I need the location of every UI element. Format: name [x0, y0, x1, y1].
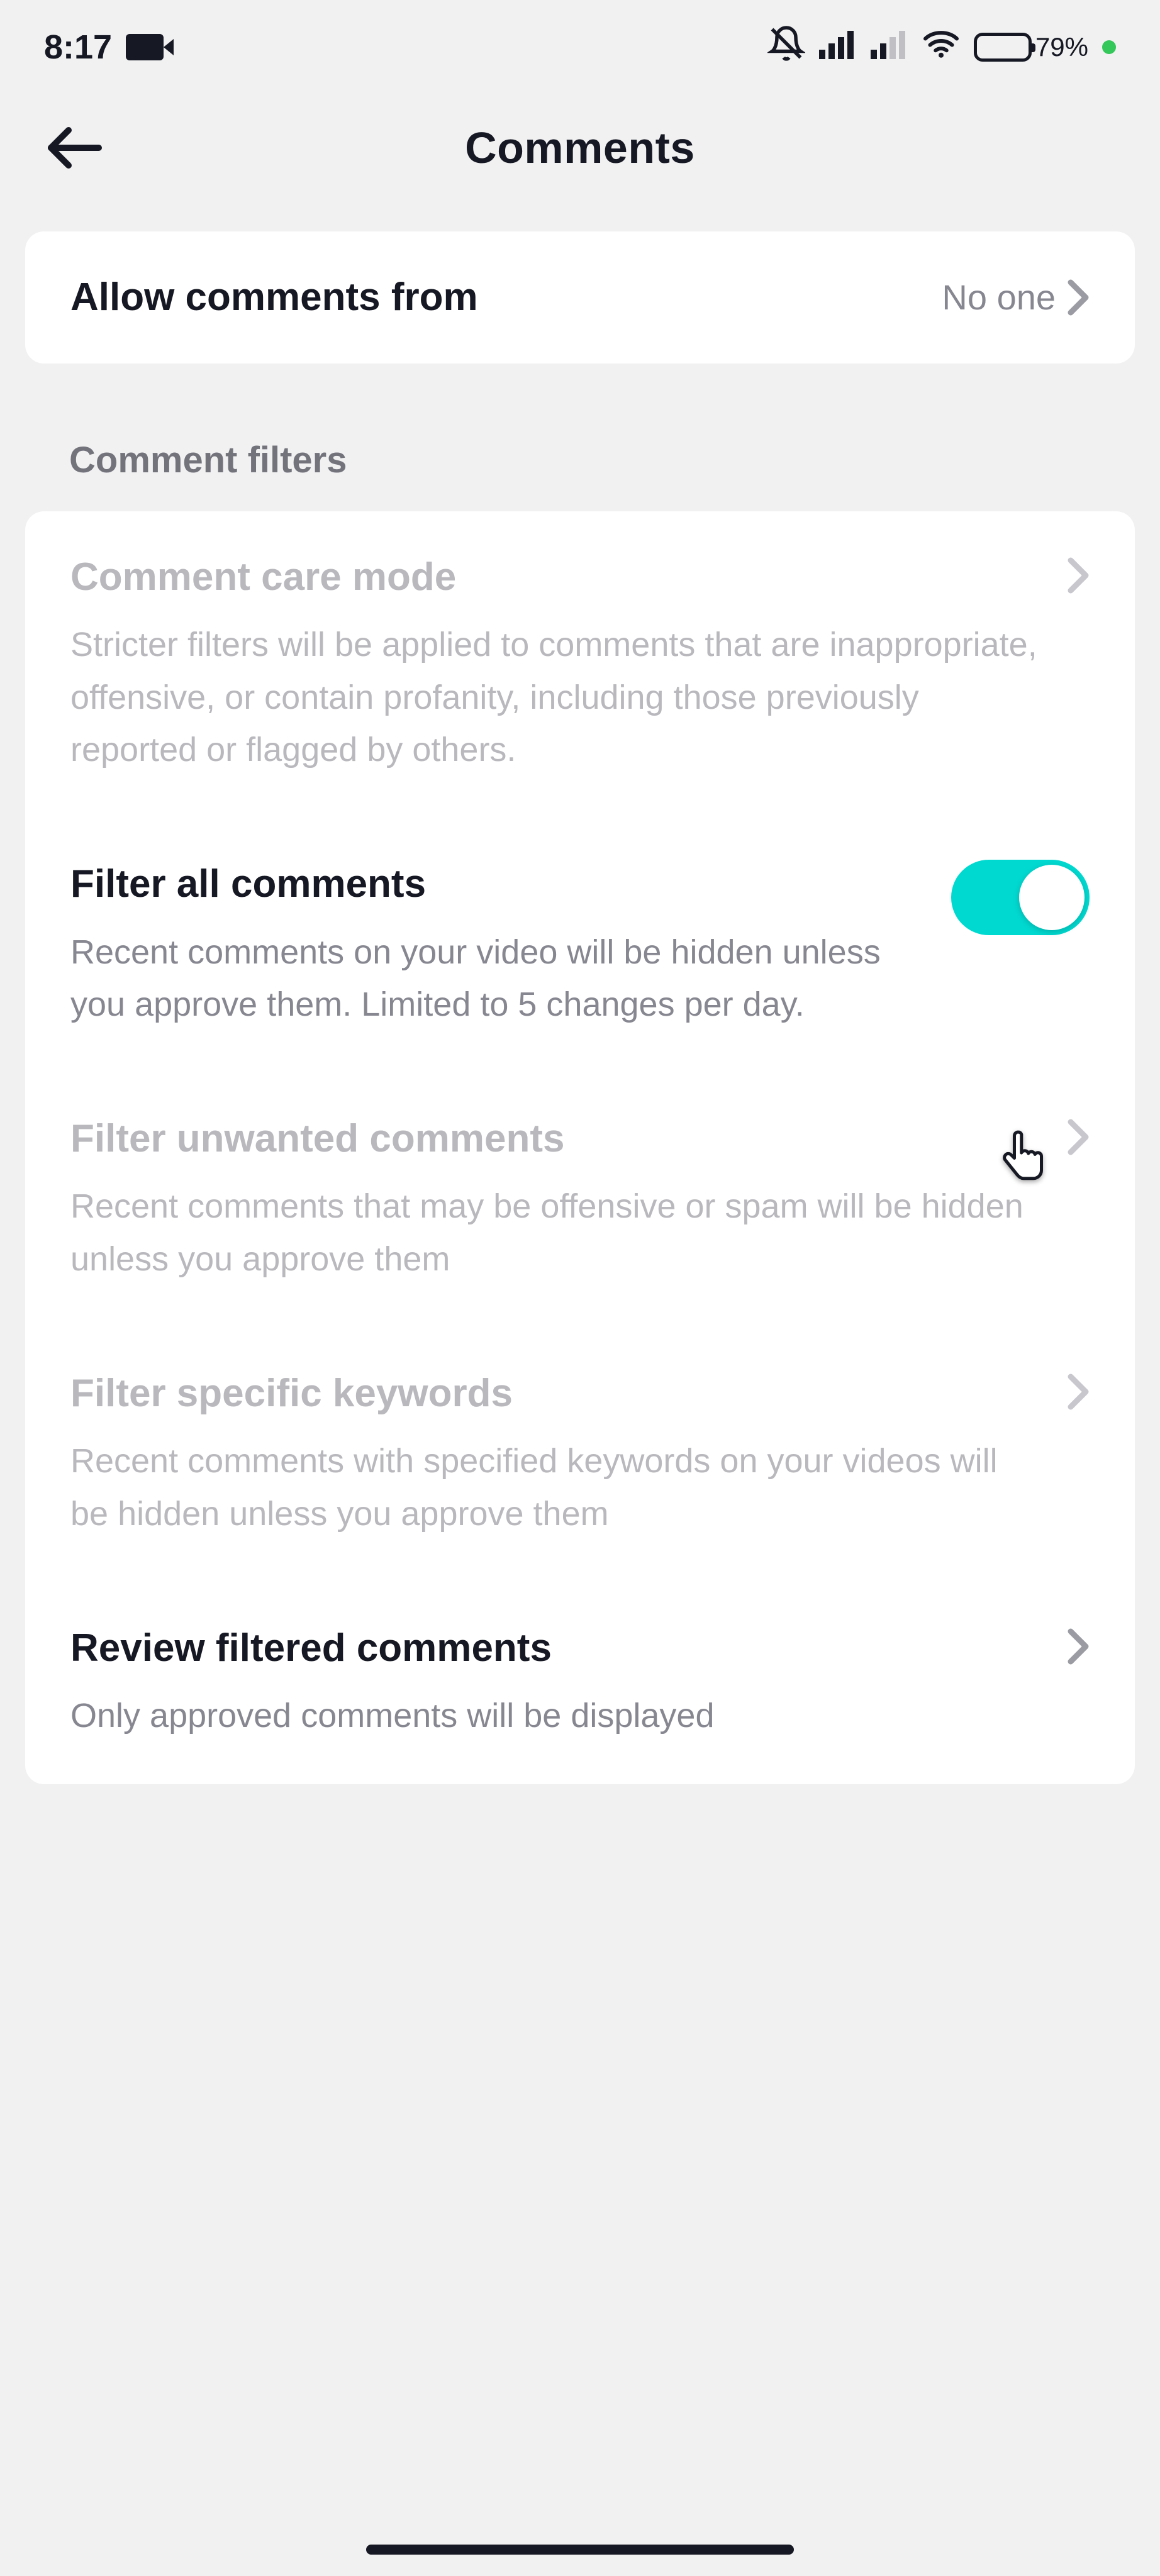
status-right: 79%	[767, 25, 1116, 70]
row-desc: Only approved comments will be displayed	[70, 1690, 1042, 1743]
back-button[interactable]	[39, 113, 108, 182]
row-value-text: No one	[942, 277, 1056, 318]
row-desc: Recent comments that may be offensive or…	[70, 1180, 1042, 1285]
row-title: Filter all comments	[70, 860, 926, 909]
video-recording-icon	[126, 34, 164, 60]
camera-active-dot	[1102, 40, 1116, 54]
status-left: 8:17	[44, 28, 164, 67]
phone-frame: 8:17	[0, 0, 1160, 2576]
signal-strength-icon	[819, 27, 857, 68]
bell-off-icon	[767, 25, 805, 70]
row-unwanted[interactable]: Filter unwanted comments Recent comments…	[25, 1073, 1135, 1328]
chevron-right-icon	[1067, 1373, 1090, 1411]
section-header-filters: Comment filters	[0, 439, 1160, 481]
row-allow-comments-from[interactable]: Allow comments from No one	[25, 231, 1135, 364]
row-desc: Recent comments on your video will be hi…	[70, 926, 926, 1031]
chevron-right-icon	[1067, 279, 1090, 316]
battery-icon	[974, 33, 1032, 62]
page-title: Comments	[465, 123, 695, 173]
status-bar: 8:17	[0, 0, 1160, 94]
toggle-knob	[1019, 865, 1085, 930]
row-desc: Recent comments with specified keywords …	[70, 1435, 1042, 1540]
home-indicator[interactable]	[366, 2545, 794, 2555]
row-title: Filter unwanted comments	[70, 1114, 1042, 1163]
row-care-mode[interactable]: Comment care mode Stricter filters will …	[25, 511, 1135, 819]
row-review-filtered[interactable]: Review filtered comments Only approved c…	[25, 1582, 1135, 1784]
chevron-right-icon	[1067, 1628, 1090, 1665]
battery-percentage: 79%	[1035, 32, 1088, 62]
row-title: Allow comments from	[70, 273, 917, 322]
row-title: Filter specific keywords	[70, 1369, 1042, 1418]
row-filter-all: Filter all comments Recent comments on y…	[25, 818, 1135, 1073]
chevron-right-icon	[1067, 1118, 1090, 1156]
title-bar: Comments	[0, 94, 1160, 201]
row-title: Review filtered comments	[70, 1624, 1042, 1673]
battery-indicator: 79%	[974, 32, 1088, 62]
wifi-icon	[922, 27, 960, 68]
row-title: Comment care mode	[70, 553, 1042, 602]
chevron-right-icon	[1067, 557, 1090, 594]
row-desc: Stricter filters will be applied to comm…	[70, 619, 1042, 777]
row-keywords[interactable]: Filter specific keywords Recent comments…	[25, 1328, 1135, 1582]
status-time: 8:17	[44, 28, 112, 67]
toggle-filter-all[interactable]	[951, 860, 1090, 935]
card-allow-comments: Allow comments from No one	[25, 231, 1135, 364]
signal-strength-secondary-icon	[871, 27, 908, 68]
row-value-container: No one	[942, 277, 1090, 318]
card-comment-filters: Comment care mode Stricter filters will …	[25, 511, 1135, 1784]
